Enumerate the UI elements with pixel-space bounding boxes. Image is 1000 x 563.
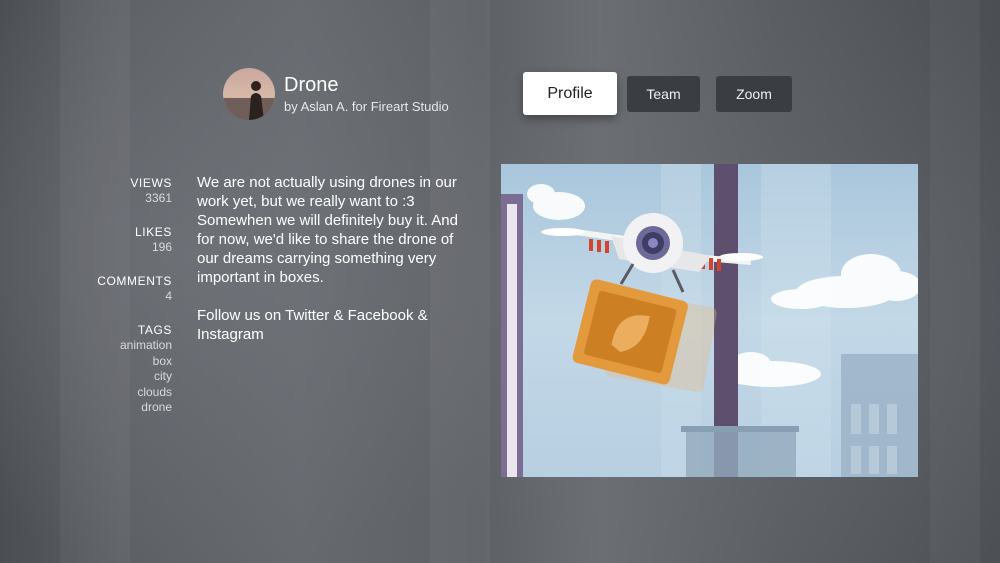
tag-item[interactable]: box	[32, 354, 172, 370]
tag-item[interactable]: clouds	[32, 385, 172, 401]
stats-column: VIEWS 3361 LIKES 196 COMMENTS 4 TAGS ani…	[32, 176, 172, 435]
shot-image	[501, 164, 918, 477]
background-streak	[930, 0, 980, 563]
tags-list: animation box city clouds drone	[32, 338, 172, 416]
likes-label: LIKES	[134, 225, 172, 239]
tag-item[interactable]: drone	[32, 400, 172, 416]
comments-value: 4	[165, 289, 172, 303]
shot-description: We are not actually using drones in our …	[197, 173, 459, 363]
tags-label: TAGS	[137, 323, 172, 337]
tag-item[interactable]: animation	[32, 338, 172, 354]
views-value: 3361	[145, 191, 172, 205]
shot-byline: by Aslan A. for Fireart Studio	[284, 99, 449, 114]
avatar	[223, 68, 275, 120]
comments-stat: COMMENTS 4	[32, 274, 172, 304]
team-button[interactable]: Team	[627, 76, 700, 112]
comments-label: COMMENTS	[97, 274, 172, 288]
views-stat: VIEWS 3361	[32, 176, 172, 206]
views-label: VIEWS	[130, 176, 172, 190]
description-follow: Follow us on Twitter & Facebook & Instag…	[197, 307, 428, 343]
profile-button[interactable]: Profile	[523, 72, 617, 115]
description-paragraph: We are not actually using drones in our …	[197, 174, 458, 286]
zoom-button[interactable]: Zoom	[716, 76, 792, 112]
tag-item[interactable]: city	[32, 369, 172, 385]
drone-illustration	[501, 164, 918, 477]
likes-value: 196	[151, 240, 172, 254]
tags-stat: TAGS animation box city clouds drone	[32, 323, 172, 416]
likes-stat: LIKES 196	[32, 225, 172, 255]
shot-title: Drone	[284, 74, 339, 96]
